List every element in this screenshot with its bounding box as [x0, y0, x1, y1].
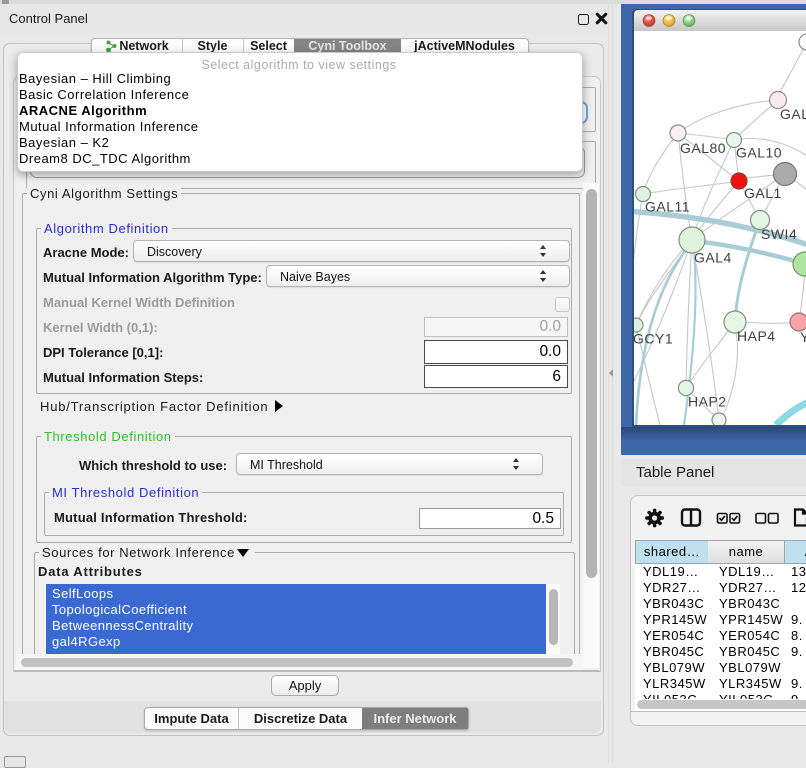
svg-text:GCY1: GCY1	[634, 331, 673, 347]
svg-text:HAP4: HAP4	[737, 328, 776, 344]
svg-text:GAL80: GAL80	[680, 140, 726, 156]
svg-text:GAL1: GAL1	[744, 185, 782, 201]
svg-text:GAL11: GAL11	[645, 199, 690, 215]
svg-text:SWI4: SWI4	[761, 226, 797, 242]
svg-text:Y: Y	[800, 329, 806, 345]
svg-text:GAL7: GAL7	[780, 106, 806, 122]
svg-text:GAL4: GAL4	[694, 250, 732, 266]
svg-text:HAP2: HAP2	[688, 394, 727, 410]
svg-text:GAL10: GAL10	[736, 145, 782, 161]
